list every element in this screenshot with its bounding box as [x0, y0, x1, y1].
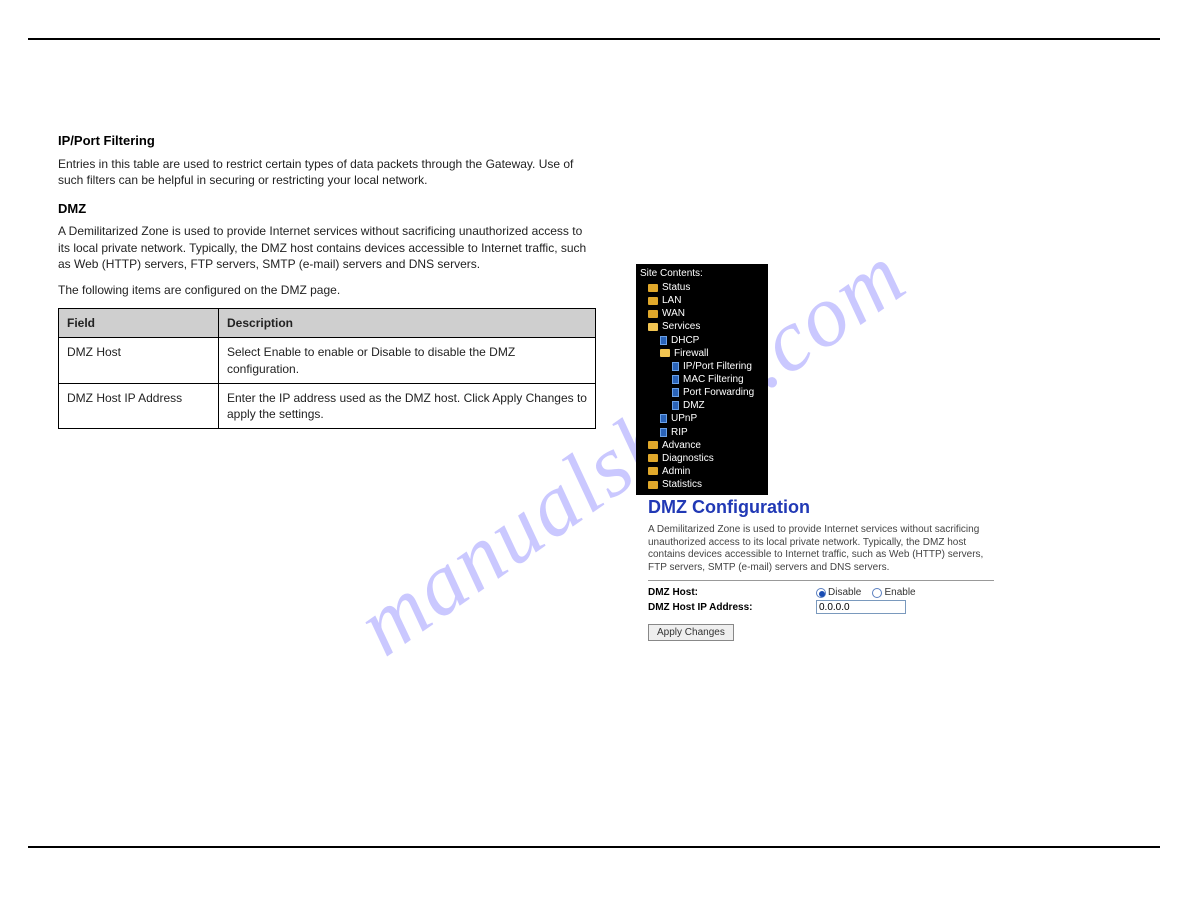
- page-icon: [660, 336, 667, 345]
- heading-ipport: IP/Port Filtering: [58, 132, 596, 150]
- sidebar-item-wan[interactable]: WAN: [638, 307, 766, 320]
- sidebar-item-label: Status: [662, 282, 690, 293]
- sidebar-item-label: UPnP: [671, 413, 697, 424]
- page-description: A Demilitarized Zone is used to provide …: [648, 524, 994, 581]
- page-icon: [660, 414, 667, 423]
- sidebar-item-label: Diagnostics: [662, 453, 714, 464]
- paragraph-fields-intro: The following items are configured on th…: [58, 282, 596, 298]
- nav-title: Site Contents:: [638, 268, 766, 281]
- sidebar-item-label: Statistics: [662, 479, 702, 490]
- row-dmz-host: DMZ Host: Disable Enable: [648, 587, 994, 598]
- sidebar-item-label: MAC Filtering: [683, 374, 744, 385]
- nav-tree-panel: Site Contents: Status LAN WAN Services D…: [636, 264, 768, 495]
- table-header-row: Field Description: [59, 309, 596, 338]
- sidebar-item-services[interactable]: Services: [638, 320, 766, 333]
- sidebar-item-diagnostics[interactable]: Diagnostics: [638, 452, 766, 465]
- folder-open-icon: [648, 323, 658, 331]
- row-dmz-ip: DMZ Host IP Address:: [648, 600, 994, 614]
- sidebar-item-label: WAN: [662, 308, 685, 319]
- folder-icon: [648, 297, 658, 305]
- sidebar-item-upnp[interactable]: UPnP: [638, 412, 766, 425]
- sidebar-item-firewall[interactable]: Firewall: [638, 347, 766, 360]
- dmz-ip-input[interactable]: [816, 600, 906, 614]
- page-icon: [672, 401, 679, 410]
- sidebar-item-dhcp[interactable]: DHCP: [638, 334, 766, 347]
- sidebar-item-ipport-filtering[interactable]: IP/Port Filtering: [638, 360, 766, 373]
- sidebar-item-admin[interactable]: Admin: [638, 465, 766, 478]
- apply-changes-button[interactable]: Apply Changes: [648, 624, 734, 641]
- sidebar-item-label: DHCP: [671, 335, 699, 346]
- sidebar-item-rip[interactable]: RIP: [638, 426, 766, 439]
- sidebar-item-dmz[interactable]: DMZ: [638, 399, 766, 412]
- folder-icon: [648, 481, 658, 489]
- sidebar-item-label: DMZ: [683, 400, 705, 411]
- doc-left-column: IP/Port Filtering Entries in this table …: [58, 120, 596, 429]
- page-icon: [660, 428, 667, 437]
- cell-field: DMZ Host: [59, 338, 219, 383]
- folder-icon: [648, 467, 658, 475]
- folder-open-icon: [660, 349, 670, 357]
- sidebar-item-label: RIP: [671, 427, 688, 438]
- page-icon: [672, 388, 679, 397]
- label-dmz-ip: DMZ Host IP Address:: [648, 602, 816, 613]
- page-title: DMZ Configuration: [648, 497, 994, 518]
- sidebar-item-label: Firewall: [674, 348, 708, 359]
- sidebar-item-label: LAN: [662, 295, 681, 306]
- th-description: Description: [219, 309, 596, 338]
- heading-dmz: DMZ: [58, 200, 596, 218]
- cell-description: Select Enable to enable or Disable to di…: [219, 338, 596, 383]
- sidebar-item-status[interactable]: Status: [638, 281, 766, 294]
- dmz-host-radio-group: Disable Enable: [816, 587, 916, 598]
- radio-enable[interactable]: [872, 588, 882, 598]
- sidebar-item-statistics[interactable]: Statistics: [638, 478, 766, 491]
- page-rule-bottom: [28, 846, 1160, 848]
- dmz-config-panel: DMZ Configuration A Demilitarized Zone i…: [648, 495, 994, 641]
- sidebar-item-lan[interactable]: LAN: [638, 294, 766, 307]
- sidebar-item-label: Advance: [662, 440, 701, 451]
- sidebar-item-label: IP/Port Filtering: [683, 361, 752, 372]
- cell-description: Enter the IP address used as the DMZ hos…: [219, 383, 596, 428]
- th-field: Field: [59, 309, 219, 338]
- radio-disable[interactable]: [816, 588, 826, 598]
- page-rule-top: [28, 38, 1160, 40]
- label-dmz-host: DMZ Host:: [648, 587, 816, 598]
- radio-enable-label: Enable: [884, 587, 915, 598]
- embedded-screenshot: Site Contents: Status LAN WAN Services D…: [636, 264, 1130, 641]
- paragraph-ipport: Entries in this table are used to restri…: [58, 156, 596, 188]
- folder-icon: [648, 284, 658, 292]
- page-icon: [672, 375, 679, 384]
- radio-disable-label: Disable: [828, 587, 861, 598]
- sidebar-item-advance[interactable]: Advance: [638, 439, 766, 452]
- sidebar-item-port-forwarding[interactable]: Port Forwarding: [638, 386, 766, 399]
- sidebar-item-label: Admin: [662, 466, 690, 477]
- folder-icon: [648, 441, 658, 449]
- table-row: DMZ Host IP Address Enter the IP address…: [59, 383, 596, 428]
- folder-icon: [648, 310, 658, 318]
- fields-table: Field Description DMZ Host Select Enable…: [58, 308, 596, 429]
- paragraph-dmz: A Demilitarized Zone is used to provide …: [58, 223, 596, 272]
- cell-field: DMZ Host IP Address: [59, 383, 219, 428]
- sidebar-item-mac-filtering[interactable]: MAC Filtering: [638, 373, 766, 386]
- page-icon: [672, 362, 679, 371]
- sidebar-item-label: Services: [662, 321, 700, 332]
- table-row: DMZ Host Select Enable to enable or Disa…: [59, 338, 596, 383]
- folder-icon: [648, 454, 658, 462]
- sidebar-item-label: Port Forwarding: [683, 387, 754, 398]
